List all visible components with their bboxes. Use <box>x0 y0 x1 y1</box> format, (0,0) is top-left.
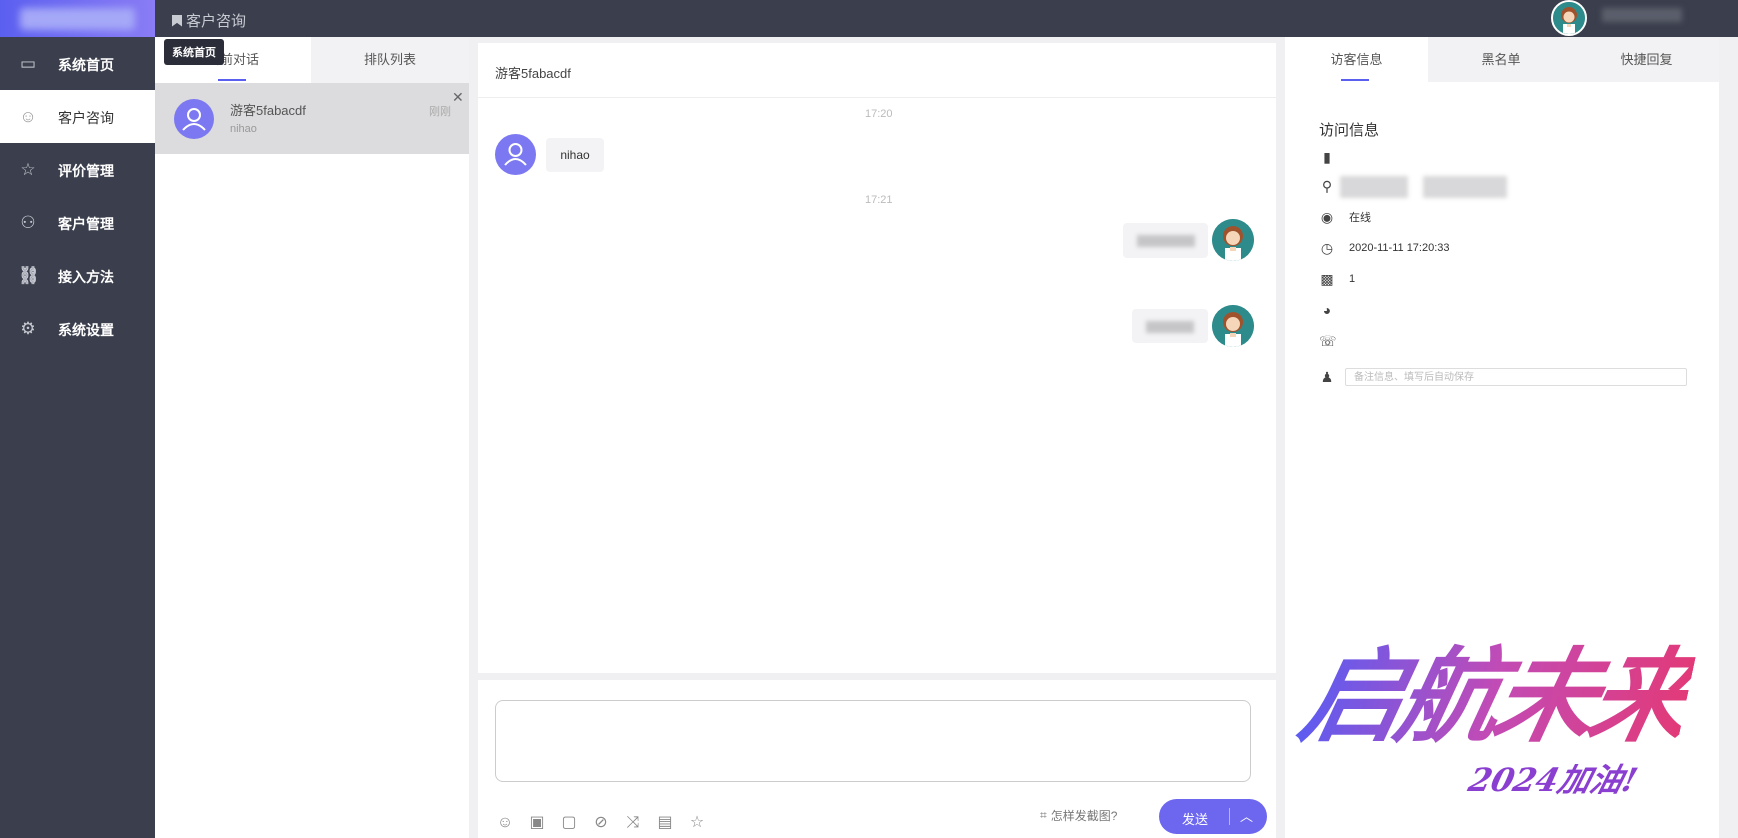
star-icon: ☆ <box>20 160 36 179</box>
note-input[interactable] <box>1345 368 1687 386</box>
message-input-panel: ☺ ▣ ▢ ⊘ ⤨ ▤ ☆ ⌗ 怎样发截图? 发送 ︿ <box>478 680 1276 838</box>
link-icon: ⛓ <box>18 266 40 285</box>
active-tab-indicator <box>1341 79 1369 81</box>
chevron-up-icon[interactable]: ︿ <box>1240 806 1253 825</box>
conversation-name: 游客5fabacdf <box>230 103 306 118</box>
tooltip: 系统首页 <box>164 39 224 65</box>
chat-panel: 游客5fabacdf 17:20 nihao 17:21 <box>478 43 1276 673</box>
chat-title: 游客5fabacdf <box>495 66 571 81</box>
logo <box>0 0 155 37</box>
phone-icon: ☏ <box>1319 333 1337 349</box>
window-icon: ▭ <box>19 54 37 73</box>
emoji-icon[interactable]: ☺ <box>495 813 515 833</box>
sidebar: ▭ 系统首页 ☺ 客户咨询 ☆ 评价管理 ⚇ 客户管理 ⛓ 接入方法 ⚙ 系统设… <box>0 37 155 838</box>
sidebar-item-consult[interactable]: ☺ 客户咨询 <box>0 90 155 143</box>
info-row-note: ♟ <box>1319 367 1335 387</box>
section-title: 访问信息 <box>1319 122 1380 139</box>
smile-icon: ☺ <box>19 107 37 126</box>
username[interactable] <box>1602 8 1682 22</box>
info-row-location: ⚲ <box>1319 176 1335 196</box>
info-row-status: ◉ 在线 <box>1320 209 1371 225</box>
history-icon[interactable]: ▤ <box>655 813 675 833</box>
screenshot-hint[interactable]: ⌗ 怎样发截图? <box>1040 807 1117 824</box>
sidebar-item-home[interactable]: ▭ 系统首页 <box>0 37 155 90</box>
chat-header: 游客5fabacdf <box>478 43 1276 98</box>
visitor-avatar <box>495 134 536 175</box>
active-tab-indicator <box>218 79 246 81</box>
agent-message <box>1132 309 1208 343</box>
activity-icon: ▩ <box>1320 271 1334 287</box>
sidebar-item-access[interactable]: ⛓ 接入方法 <box>0 249 155 302</box>
agent-message <box>1123 223 1208 258</box>
tab-quick-reply[interactable]: 快捷回复 <box>1574 37 1719 82</box>
watermark-logo: 启航未来 2024加油! <box>1290 595 1730 835</box>
bookmark-icon <box>172 14 182 27</box>
info-row-visits: ▩ 1 <box>1320 271 1356 287</box>
account-icon: ◕ <box>1322 302 1332 318</box>
info-row-phone: ☏ <box>1319 331 1337 351</box>
user-avatar[interactable] <box>1551 0 1587 36</box>
block-icon[interactable]: ⊘ <box>591 813 611 833</box>
clock-icon: ◷ <box>1320 240 1334 256</box>
agent-avatar <box>1212 219 1254 261</box>
radio-icon: ◉ <box>1320 209 1334 225</box>
image-icon[interactable]: ▣ <box>527 813 547 833</box>
send-button[interactable]: 发送 ︿ <box>1159 799 1267 834</box>
info-row-account: ◕ <box>1319 300 1335 320</box>
conversation-item[interactable]: 游客5fabacdf nihao 刚刚 ✕ <box>155 83 469 154</box>
visitor-message: nihao <box>546 138 604 172</box>
time-label: 17:20 <box>865 108 893 120</box>
favorite-icon[interactable]: ☆ <box>687 813 707 833</box>
crop-icon: ⌗ <box>1040 808 1047 822</box>
user-icon: ⚇ <box>20 213 36 232</box>
tab-visitor-info[interactable]: 访客信息 <box>1285 37 1428 82</box>
conversation-list-panel: 当前对话 排队列表 游客5fabacdf nihao 刚刚 ✕ <box>155 37 469 838</box>
location-icon: ⚲ <box>1321 178 1333 194</box>
info-row-source: ▮ <box>1319 147 1335 167</box>
person-icon: ♟ <box>1320 369 1334 385</box>
message-textarea[interactable] <box>495 700 1251 782</box>
folder-icon[interactable]: ▢ <box>559 813 579 833</box>
agent-avatar <box>1212 305 1254 347</box>
tab-queue-list[interactable]: 排队列表 <box>311 37 469 83</box>
tab-blacklist[interactable]: 黑名单 <box>1428 37 1574 82</box>
transfer-icon[interactable]: ⤨ <box>623 813 643 833</box>
visitor-avatar <box>174 99 214 139</box>
bookmark-icon: ▮ <box>1323 149 1331 165</box>
toolbar: ☺ ▣ ▢ ⊘ ⤨ ▤ ☆ <box>495 813 707 833</box>
close-icon[interactable]: ✕ <box>452 89 464 106</box>
conversation-time: 刚刚 <box>429 106 451 118</box>
sidebar-item-settings[interactable]: ⚙ 系统设置 <box>0 302 155 355</box>
conversation-last-message: nihao <box>230 123 257 135</box>
gear-icon: ⚙ <box>20 319 36 338</box>
page-title: 客户咨询 <box>172 10 246 31</box>
sidebar-item-review[interactable]: ☆ 评价管理 <box>0 143 155 196</box>
time-label: 17:21 <box>865 194 893 206</box>
info-row-time: ◷ 2020-11-11 17:20:33 <box>1320 240 1450 256</box>
top-bar: 客户咨询 <box>0 0 1738 37</box>
sidebar-item-customers[interactable]: ⚇ 客户管理 <box>0 196 155 249</box>
